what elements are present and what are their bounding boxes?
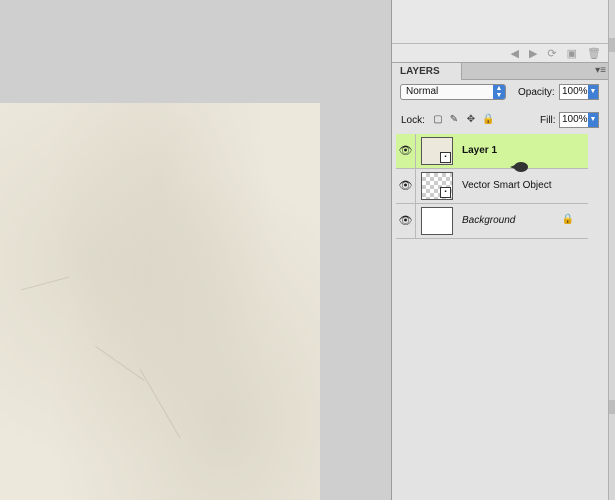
hand-cursor-icon xyxy=(510,162,528,172)
layer-name: Vector Smart Object xyxy=(462,180,552,191)
right-panel-dock: ◀ ▶ ⟳ ▣ 🗑 LAYERS ▾≡ Normal ▲ ▼ Opacity: 1… xyxy=(391,0,615,500)
trash-icon[interactable]: 🗑 xyxy=(587,47,601,60)
new-snapshot-icon[interactable]: ▣ xyxy=(567,47,577,60)
smart-object-badge-icon: ▪ xyxy=(440,187,451,198)
layer-thumbnail: ▪ xyxy=(421,137,453,165)
tab-layers[interactable]: LAYERS xyxy=(392,63,462,80)
eye-icon[interactable]: 👁 xyxy=(396,169,416,203)
scroll-notch xyxy=(609,400,615,414)
lock-icon: 🔒 xyxy=(561,214,574,225)
eye-icon[interactable]: 👁 xyxy=(396,134,416,168)
opacity-input[interactable]: 100% ▼ xyxy=(559,84,599,100)
dropdown-arrow-icon[interactable]: ▼ xyxy=(588,85,598,99)
layer-row-background[interactable]: 👁 Background 🔒 xyxy=(396,204,588,239)
smart-object-badge-icon: ▪ xyxy=(440,152,451,163)
canvas-area[interactable] xyxy=(0,0,391,500)
layer-thumbnail xyxy=(421,207,453,235)
eye-icon[interactable]: 👁 xyxy=(396,204,416,238)
lock-label: Lock: xyxy=(401,115,425,126)
fill-label: Fill: xyxy=(540,115,556,126)
blend-mode-select[interactable]: Normal ▲ ▼ xyxy=(400,84,506,100)
lock-row: Lock: ▢ ✎ ✥ 🔒 Fill: 100% ▼ xyxy=(392,110,609,132)
layer-name: Background xyxy=(462,215,516,226)
opacity-value: 100% xyxy=(562,86,588,97)
fill-value: 100% xyxy=(562,114,588,125)
scroll-notch xyxy=(609,38,615,52)
panel-scrollbar[interactable] xyxy=(608,0,615,500)
document-canvas[interactable] xyxy=(0,103,320,500)
dropdown-arrow-icon[interactable]: ▼ xyxy=(588,113,598,127)
layer-thumbnail: ▪ xyxy=(421,172,453,200)
step-backward-icon[interactable]: ◀ xyxy=(510,47,518,60)
fill-input[interactable]: 100% ▼ xyxy=(559,112,599,128)
history-toolbar: ◀ ▶ ⟳ ▣ 🗑 xyxy=(392,43,609,62)
blend-row: Normal ▲ ▼ Opacity: 100% ▼ xyxy=(392,82,609,106)
layer-row-vector-smart-object[interactable]: 👁 ▪ Vector Smart Object xyxy=(396,169,588,204)
select-arrows-icon: ▲ ▼ xyxy=(493,85,505,99)
reset-icon[interactable]: ⟳ xyxy=(547,47,556,60)
layer-row-layer-1[interactable]: 👁 ▪ Layer 1 xyxy=(396,134,588,169)
lock-transparent-pixels-icon[interactable]: ▢ xyxy=(432,114,444,126)
layers-list: 👁 ▪ Layer 1 👁 ▪ Vector Smart Object 👁 Ba… xyxy=(396,134,588,239)
blend-mode-value: Normal xyxy=(406,86,439,97)
lock-all-icon[interactable]: 🔒 xyxy=(482,114,494,126)
layer-name: Layer 1 xyxy=(462,145,498,156)
history-panel: ◀ ▶ ⟳ ▣ 🗑 xyxy=(392,0,609,62)
lock-image-pixels-icon[interactable]: ✎ xyxy=(448,114,460,126)
layers-panel-header: LAYERS ▾≡ xyxy=(392,62,609,80)
lock-position-icon[interactable]: ✥ xyxy=(465,114,477,126)
opacity-label: Opacity: xyxy=(518,87,555,98)
step-forward-icon[interactable]: ▶ xyxy=(529,47,537,60)
panel-menu-icon[interactable]: ▾≡ xyxy=(595,65,606,76)
